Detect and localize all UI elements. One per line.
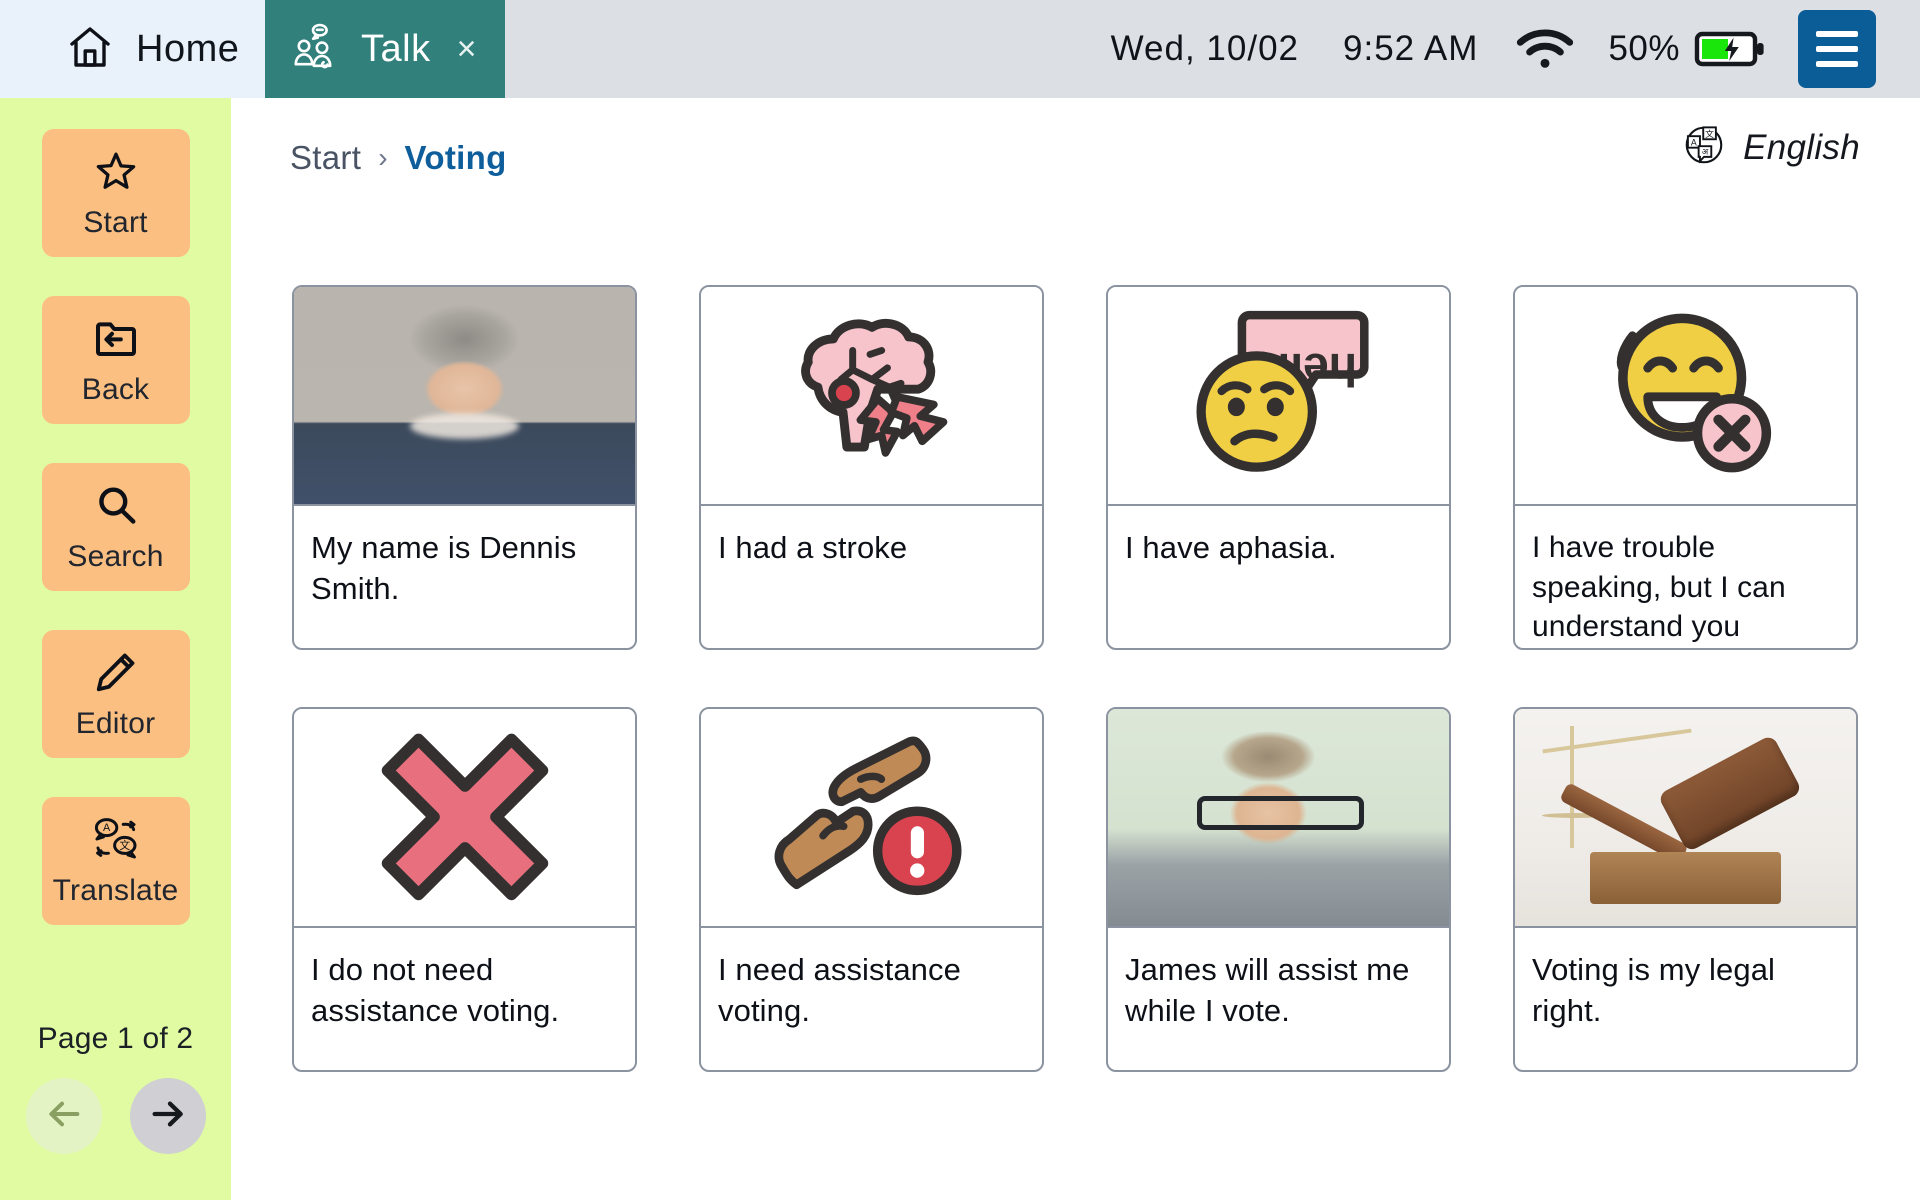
card-i-do-not-need-assistance-voting[interactable]: I do not need assistance voting. (292, 707, 637, 1072)
card-icon-area (1515, 287, 1856, 506)
tab-home-label: Home (136, 27, 240, 70)
arrow-right-icon (148, 1094, 188, 1139)
card-i-have-trouble-speaking[interactable]: I have trouble speaking, but I can under… (1513, 285, 1858, 650)
card-label-text: My name is Dennis Smith. (311, 530, 577, 606)
arrow-left-icon (44, 1094, 84, 1139)
sidebar-item-back[interactable]: Back (41, 296, 190, 424)
card-photo-gavel (1515, 709, 1856, 928)
svg-text:अ: अ (1702, 147, 1709, 157)
card-label: My name is Dennis Smith. (294, 506, 635, 648)
sidebar-item-back-label: Back (81, 373, 150, 406)
card-grid: My name is Dennis Smith. I had a stroke … (231, 190, 1920, 1072)
card-voting-is-my-legal-right[interactable]: Voting is my legal right. (1513, 707, 1858, 1072)
previous-page-button[interactable] (25, 1078, 102, 1154)
card-label: James will assist me while I vote. (1108, 928, 1449, 1070)
page-indicator: Page 1 of 2 (37, 1022, 194, 1055)
translate-globe-icon: A 文 अ (1681, 122, 1727, 173)
card-label: I do not need assistance voting. (294, 928, 635, 1070)
tab-talk[interactable]: Talk × (265, 0, 505, 98)
card-photo-james (1108, 709, 1449, 928)
card-label-text: Voting is my legal right. (1532, 952, 1776, 1028)
sidebar-item-translate-label: Translate (52, 874, 179, 907)
card-label-text: I do not need assistance voting. (311, 952, 560, 1028)
sidebar-item-editor-label: Editor (75, 707, 156, 740)
wifi-icon (1516, 27, 1574, 71)
battery-percent-label: 50% (1608, 29, 1680, 68)
card-i-have-aphasia[interactable]: hello I have aphasia. (1106, 285, 1451, 650)
brain-stroke-icon (774, 308, 970, 483)
card-label-text: James will assist me while I vote. (1125, 952, 1410, 1028)
pager: Page 1 of 2 (25, 1022, 206, 1154)
folder-back-arrow-icon (92, 313, 140, 363)
status-date: Wed, 10/02 (1110, 29, 1300, 68)
card-label: I have aphasia. (1108, 506, 1449, 648)
card-label: I need assistance voting. (701, 928, 1042, 1070)
card-label: I have trouble speaking, but I can under… (1515, 506, 1856, 648)
language-selector[interactable]: A 文 अ English (1681, 122, 1860, 173)
main-content: Start › Voting A 文 अ English My name is … (231, 98, 1920, 1200)
card-icon-area (701, 287, 1042, 506)
sidebar-item-editor[interactable]: Editor (41, 630, 190, 758)
home-icon (66, 23, 114, 76)
star-icon (93, 146, 139, 196)
sidebar-item-start[interactable]: Start (41, 129, 190, 257)
card-james-will-assist-me[interactable]: James will assist me while I vote. (1106, 707, 1451, 1072)
svg-text:文: 文 (119, 838, 130, 852)
sidebar-item-translate[interactable]: A 文 Translate (41, 797, 190, 925)
card-label: Voting is my legal right. (1515, 928, 1856, 1070)
breadcrumb-separator: › (378, 141, 388, 173)
battery-charging-icon (1694, 29, 1766, 69)
status-area: Wed, 10/02 9:52 AM 50% (505, 0, 1920, 98)
magnifier-icon (93, 480, 139, 530)
sweating-smile-no-speech-icon (1589, 305, 1783, 486)
people-talking-icon (291, 21, 343, 78)
status-time: 9:52 AM (1343, 29, 1479, 68)
language-label: English (1743, 127, 1860, 167)
card-label-text: I have aphasia. (1125, 530, 1337, 565)
helping-hands-alert-icon (774, 726, 970, 909)
breadcrumb: Start › Voting A 文 अ English (231, 98, 1920, 190)
svg-text:A: A (102, 822, 110, 834)
tab-close-icon[interactable]: × (457, 32, 477, 66)
svg-text:A: A (1691, 137, 1697, 147)
sidebar-item-search-label: Search (67, 540, 164, 573)
sidebar-item-search[interactable]: Search (41, 463, 190, 591)
svg-text:文: 文 (1705, 128, 1714, 139)
sidebar: Start Back Search Editor A 文 Translate P… (0, 98, 231, 1200)
card-icon-area: hello (1108, 287, 1449, 506)
sidebar-item-start-label: Start (83, 206, 148, 239)
next-page-button[interactable] (129, 1078, 206, 1154)
card-photo-dennis (294, 287, 635, 506)
card-i-need-assistance-voting[interactable]: I need assistance voting. (699, 707, 1044, 1072)
card-label-text: I need assistance voting. (718, 952, 961, 1028)
card-my-name-is-dennis-smith[interactable]: My name is Dennis Smith. (292, 285, 637, 650)
breadcrumb-current: Voting (404, 138, 507, 176)
top-bar: Home Talk × Wed, 10/02 9:52 AM 50% (0, 0, 1920, 98)
card-label-text: I have trouble speaking, but I can under… (1532, 531, 1786, 644)
card-i-had-a-stroke[interactable]: I had a stroke (699, 285, 1044, 650)
red-x-icon (372, 724, 558, 911)
confused-face-speech-bubble-icon: hello (1181, 304, 1377, 487)
breadcrumb-root[interactable]: Start (290, 139, 361, 177)
hamburger-menu-icon[interactable] (1798, 10, 1876, 88)
card-icon-area (294, 709, 635, 928)
pencil-icon (93, 647, 139, 697)
translate-speech-bubbles-icon: A 文 (90, 814, 142, 864)
card-icon-area (701, 709, 1042, 928)
tab-home[interactable]: Home (0, 0, 265, 98)
card-label: I had a stroke (701, 506, 1042, 648)
tab-talk-label: Talk (361, 27, 431, 70)
card-label-text: I had a stroke (718, 530, 908, 565)
